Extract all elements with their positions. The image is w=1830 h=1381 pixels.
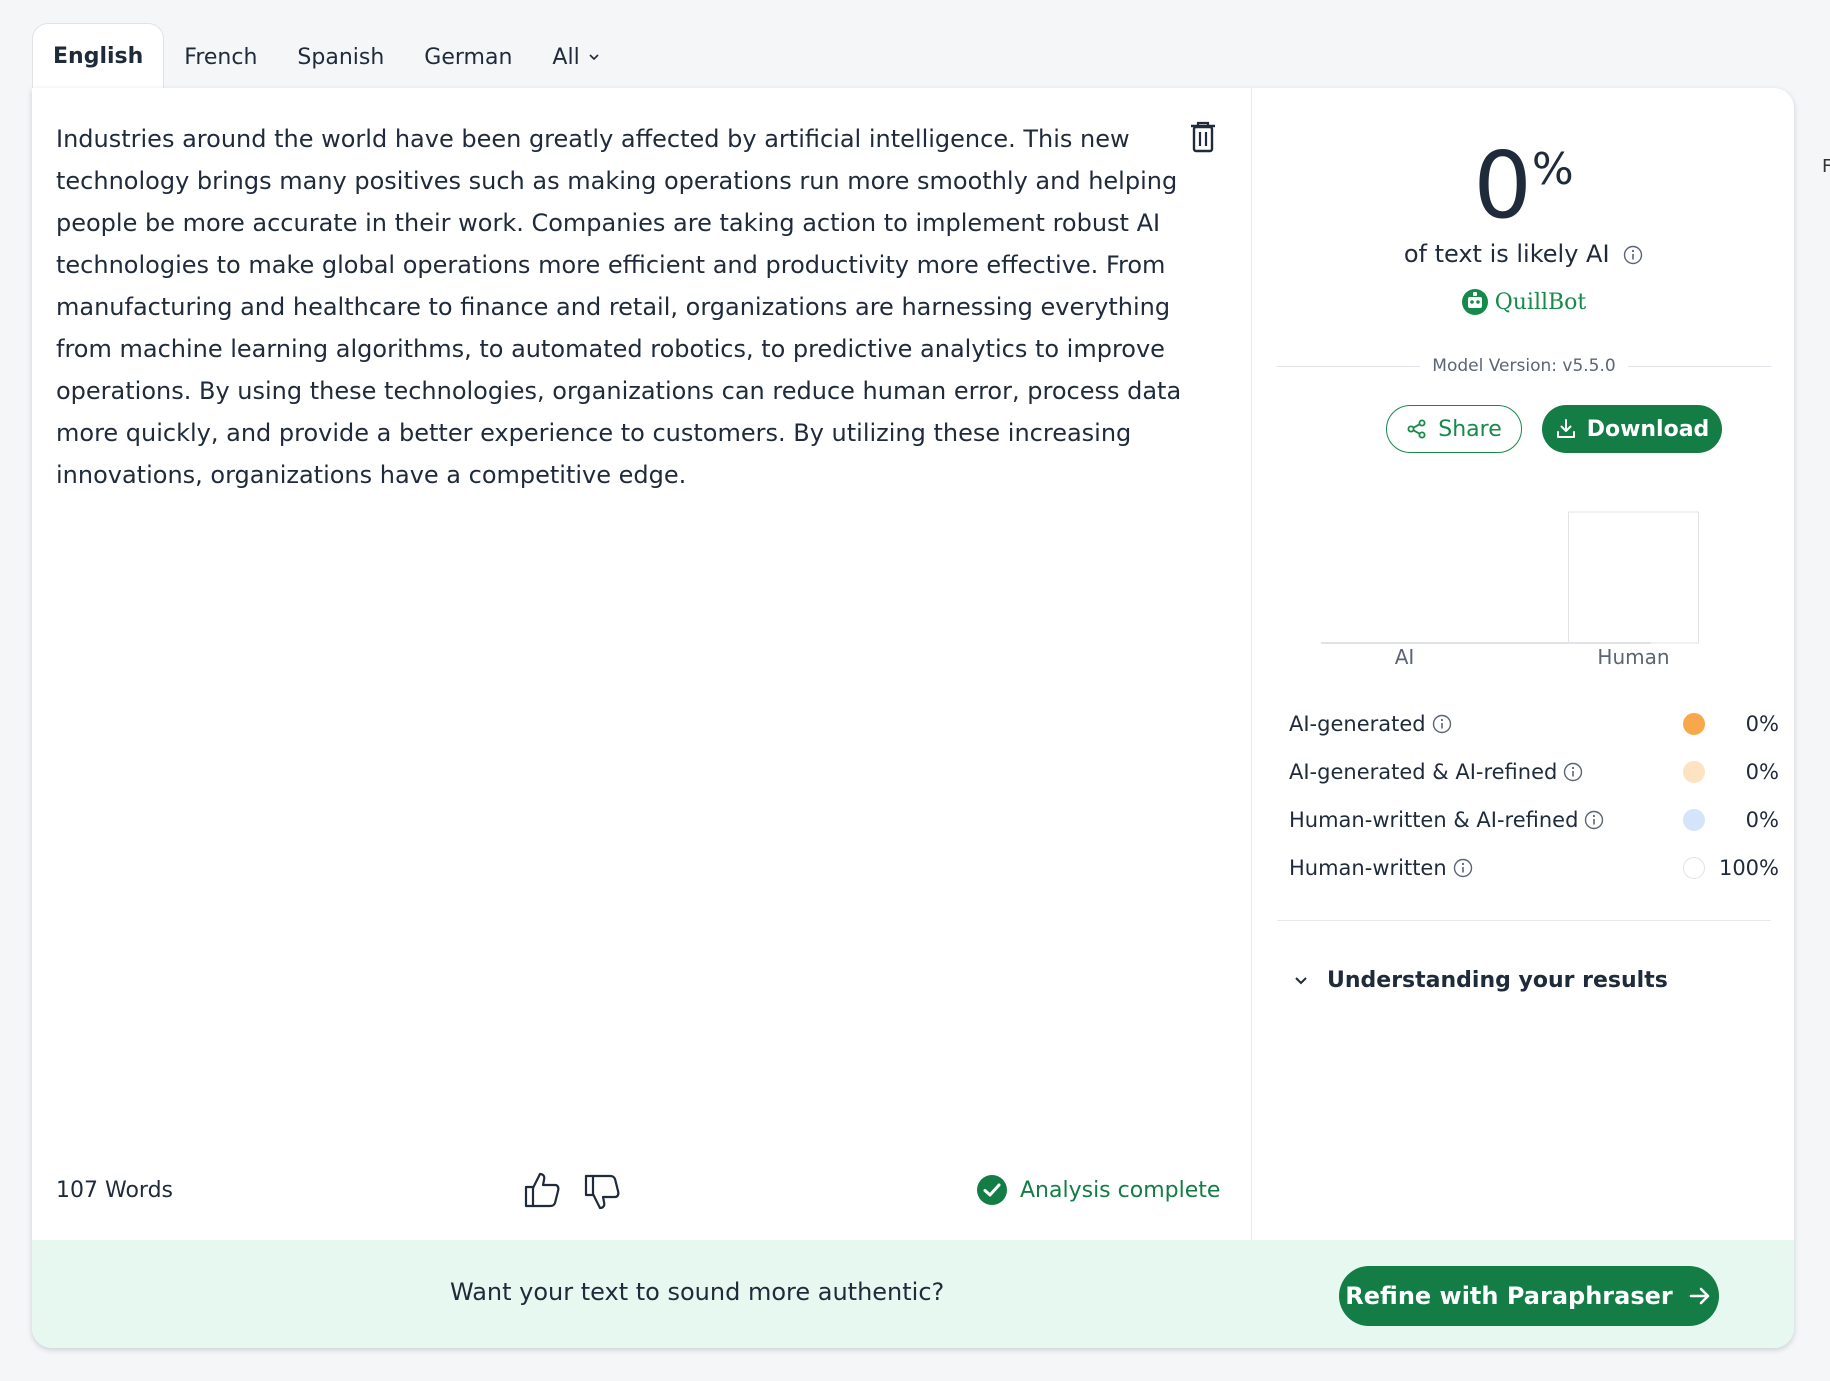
- download-label: Download: [1586, 416, 1710, 442]
- tab-english[interactable]: English: [32, 23, 165, 89]
- refine-with-paraphraser-button[interactable]: Refine with Paraphraser: [1339, 1266, 1719, 1326]
- info-icon[interactable]: [1432, 714, 1452, 734]
- tab-label: Spanish: [297, 44, 385, 70]
- legend-value: 0%: [1745, 760, 1779, 784]
- legend-color-dot: [1683, 761, 1705, 783]
- trash-icon[interactable]: [1188, 120, 1218, 154]
- legend-label: Human-written: [1289, 856, 1447, 880]
- legend-color-dot: [1683, 809, 1705, 831]
- divider: [1277, 920, 1771, 921]
- thumbs-up-icon[interactable]: [522, 1170, 562, 1210]
- check-circle-icon: [977, 1175, 1007, 1205]
- banner-text: Want your text to sound more authentic?: [450, 1278, 945, 1306]
- arrow-right-icon: [1689, 1287, 1710, 1305]
- legend-value: 0%: [1745, 712, 1779, 736]
- input-text[interactable]: Industries around the world have been gr…: [56, 118, 1216, 496]
- tab-label: German: [424, 44, 513, 70]
- understanding-results-toggle[interactable]: Understanding your results: [1293, 968, 1668, 993]
- bar-human: [1568, 511, 1699, 644]
- analysis-status: Analysis complete: [976, 1174, 1220, 1206]
- chevron-down-icon: [589, 54, 599, 61]
- model-version: Model Version: v5.5.0: [1432, 356, 1616, 376]
- legend-label: AI-generated: [1289, 712, 1426, 736]
- tab-german[interactable]: German: [404, 25, 532, 89]
- brand-name: QuillBot: [1494, 289, 1587, 315]
- legend-row: Human-written & AI-refined 0%: [1289, 796, 1779, 844]
- tick-label-human: Human: [1597, 645, 1669, 669]
- tab-all[interactable]: All: [532, 25, 619, 89]
- score-caption: of text is likely AI: [1253, 240, 1794, 268]
- tab-french[interactable]: French: [164, 25, 277, 89]
- score-caption-text: of text is likely AI: [1403, 240, 1610, 268]
- understanding-label: Understanding your results: [1327, 968, 1668, 993]
- edge-text: F: [1822, 156, 1830, 177]
- share-label: Share: [1438, 416, 1502, 442]
- tab-spanish[interactable]: Spanish: [277, 25, 404, 89]
- share-button[interactable]: Share: [1386, 405, 1522, 453]
- results-panel: 0% of text is likely AI QuillBot Model V…: [1253, 88, 1794, 1240]
- language-tabs: English French Spanish German All: [32, 23, 620, 89]
- score-value: 0: [1473, 132, 1532, 239]
- editor-panel: Industries around the world have been gr…: [32, 88, 1252, 1240]
- tab-label: All: [552, 44, 580, 70]
- brand-logo: QuillBot: [1253, 288, 1794, 316]
- legend-row: AI-generated 0%: [1289, 700, 1779, 748]
- legend-label: AI-generated & AI-refined: [1289, 760, 1558, 784]
- model-version-row: Model Version: v5.5.0: [1277, 356, 1771, 376]
- ai-human-bar-chart: AI Human: [1321, 511, 1699, 669]
- legend-color-dot: [1683, 713, 1705, 735]
- legend-label: Human-written & AI-refined: [1289, 808, 1579, 832]
- legend-value: 100%: [1718, 856, 1779, 880]
- paraphraser-banner: Want your text to sound more authentic? …: [32, 1240, 1794, 1348]
- robot-icon: [1461, 289, 1488, 315]
- status-text: Analysis complete: [1020, 1177, 1221, 1203]
- word-count: 107 Words: [56, 1178, 173, 1203]
- share-icon: [1407, 419, 1426, 439]
- info-icon[interactable]: [1563, 762, 1583, 782]
- info-icon[interactable]: [1623, 245, 1643, 265]
- thumbs-down-icon[interactable]: [582, 1172, 622, 1212]
- chevron-down-icon: [1295, 976, 1307, 984]
- download-button[interactable]: Download: [1542, 405, 1722, 453]
- legend-row: Human-written 100%: [1289, 844, 1779, 892]
- results-legend: AI-generated 0% AI-generated & AI-refined 0…: [1289, 700, 1779, 892]
- ai-score: 0%: [1253, 136, 1794, 236]
- detector-card: Industries around the world have been gr…: [32, 88, 1794, 1348]
- legend-color-dot: [1683, 857, 1705, 879]
- tick-label-ai: AI: [1395, 645, 1415, 669]
- info-icon[interactable]: [1584, 810, 1604, 830]
- download-icon: [1556, 419, 1575, 438]
- refine-label: Refine with Paraphraser: [1345, 1282, 1673, 1310]
- tab-label: English: [53, 44, 144, 69]
- info-icon[interactable]: [1453, 858, 1473, 878]
- legend-value: 0%: [1745, 808, 1779, 832]
- divider: [1627, 365, 1771, 367]
- divider: [1277, 365, 1421, 367]
- legend-row: AI-generated & AI-refined 0%: [1289, 748, 1779, 796]
- tab-label: French: [184, 44, 258, 70]
- score-unit: %: [1531, 144, 1574, 195]
